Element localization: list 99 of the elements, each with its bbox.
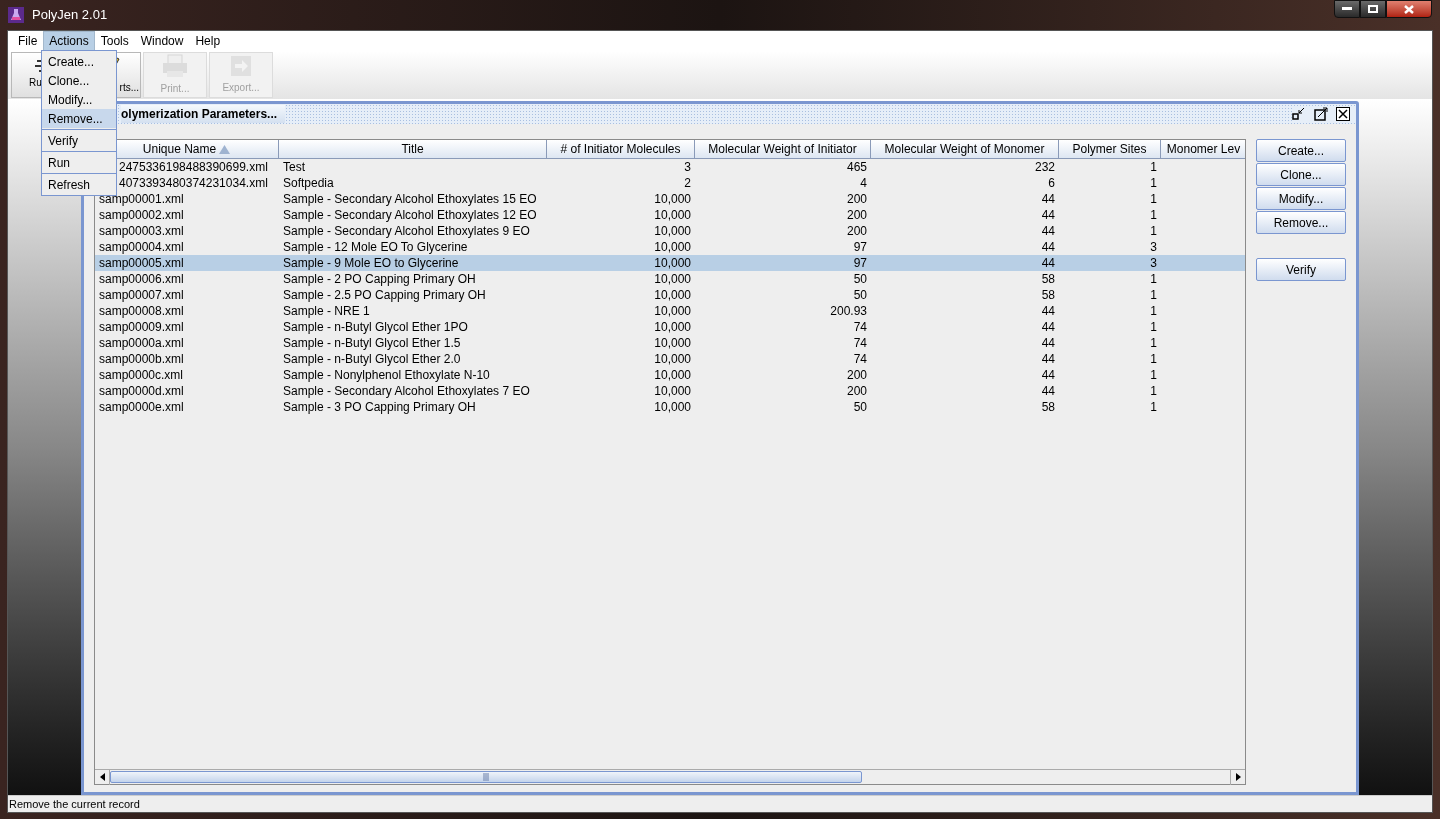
- table-cell-text: 44: [1040, 319, 1056, 335]
- table-cell-text: Sample - 2.5 PO Capping Primary OH: [282, 287, 487, 303]
- table-cell-text: 3: [683, 159, 692, 175]
- table-cell-text: 50: [852, 287, 868, 303]
- table-cell-text: 97: [852, 255, 868, 271]
- table-cell-text: 44: [1040, 303, 1056, 319]
- table-cell-text: Sample - 12 Mole EO To Glycerine: [282, 239, 469, 255]
- table-cell-text: 10,000: [653, 335, 692, 351]
- table-cell-text: Sample - n-Butyl Glycol Ether 2.0: [282, 351, 462, 367]
- table-cell-text: samp00004.xml: [98, 239, 185, 255]
- table-cell-text: 10,000: [653, 271, 692, 287]
- table-cell-text: Sample - 9 Mole EO to Glycerine: [282, 255, 460, 271]
- table-cell-text: samp0000d.xml: [98, 383, 185, 399]
- table-cell-text: samp0000b.xml: [98, 351, 185, 367]
- table-cell-text: 200: [845, 207, 868, 223]
- table-cell-text: 74: [852, 319, 868, 335]
- table-cell-text: 3: [1149, 255, 1158, 271]
- table-cell-text: 2: [683, 175, 692, 191]
- status-text: Remove the current record: [9, 796, 140, 812]
- table-cell-text: 200: [845, 383, 868, 399]
- table-cell-text: 74: [852, 335, 868, 351]
- table-cell-text: 10,000: [653, 191, 692, 207]
- table-cell-text: 44: [1040, 351, 1056, 367]
- table-cell-text: 74: [852, 351, 868, 367]
- frame-title: olymerization Parameters...: [121, 105, 286, 123]
- table-cell-text: 50: [852, 271, 868, 287]
- table-cell-text: 200: [845, 223, 868, 239]
- table-cell-text: Sample - 3 PO Capping Primary OH: [282, 399, 477, 415]
- table-cell-text: samp00001.xml: [98, 191, 185, 207]
- table-cell-text: 10,000: [653, 287, 692, 303]
- table-cell-text: 97: [852, 239, 868, 255]
- table-cell-text: 10,000: [653, 399, 692, 415]
- table-cell-text: 10,000: [653, 367, 692, 383]
- table-cell-text: 44: [1040, 383, 1056, 399]
- table-cell-text: 1: [1149, 271, 1158, 287]
- table-cell-text: 44: [1040, 367, 1056, 383]
- table-cell-text: 465: [845, 159, 868, 175]
- table-cell-text: Sample - Nonylphenol Ethoxylate N-10: [282, 367, 491, 383]
- table-cell-text: 44: [1040, 223, 1056, 239]
- table-cell-text: 10,000: [653, 383, 692, 399]
- table-cell-text: Sample - 2 PO Capping Primary OH: [282, 271, 477, 287]
- table-cell-text: 10,000: [653, 207, 692, 223]
- table-cell-text: samp00005.xml: [98, 255, 185, 271]
- table-cell-text: 200: [845, 191, 868, 207]
- table-cell-text: Sample - Secondary Alcohol Ethoxylates 9 EO: [282, 223, 531, 239]
- table-cell-text: samp00003.xml: [98, 223, 185, 239]
- table-cell-text: 1: [1149, 319, 1158, 335]
- table-cell-text: samp00006.xml: [98, 271, 185, 287]
- table-cell-text: samp0000c.xml: [98, 367, 185, 383]
- table-cell-text: 44: [1040, 191, 1056, 207]
- table-cell-text: 44: [1040, 239, 1056, 255]
- table-cell-text: Test: [282, 159, 306, 175]
- table-cell-text: samp00002.xml: [98, 207, 185, 223]
- table-cell-text: 44: [1040, 255, 1056, 271]
- table-cell-text: 200.93: [829, 303, 868, 319]
- table-cell-text: 200: [845, 367, 868, 383]
- table-cell-text: Sample - Secondary Alcohol Ethoxylates 15 EO: [282, 191, 538, 207]
- table-cell-text: 1: [1149, 175, 1158, 191]
- table-cell-text: 44: [1040, 207, 1056, 223]
- table-cell-text: 4073393480374231034.xml: [118, 175, 269, 191]
- table-cell-text: 3: [1149, 239, 1158, 255]
- table-cell-text: 1: [1149, 367, 1158, 383]
- table-cell-text: samp0000e.xml: [98, 399, 185, 415]
- table-cell-text: samp00007.xml: [98, 287, 185, 303]
- table-cell-text: Sample - n-Butyl Glycol Ether 1PO: [282, 319, 469, 335]
- table-cell-text: Sample - n-Butyl Glycol Ether 1.5: [282, 335, 462, 351]
- table-cell-text: 1: [1149, 351, 1158, 367]
- table-cell-text: 10,000: [653, 223, 692, 239]
- table-cell-text: samp00009.xml: [98, 319, 185, 335]
- table-cell-text: 1: [1149, 159, 1158, 175]
- table-cell-text: 44: [1040, 335, 1056, 351]
- table-cell-text: 10,000: [653, 351, 692, 367]
- table-cell-text: 1: [1149, 287, 1158, 303]
- table-cell-text: 6: [1047, 175, 1056, 191]
- table-cell-text: 50: [852, 399, 868, 415]
- table-cell-text: samp00008.xml: [98, 303, 185, 319]
- table-cell-text: 232: [1033, 159, 1056, 175]
- table-cell-text: Sample - NRE 1: [282, 303, 371, 319]
- table-cell-text: 10,000: [653, 239, 692, 255]
- window-title: PolyJen 2.01: [32, 6, 108, 25]
- table-cell-text: 58: [1040, 399, 1056, 415]
- table-cell-text: 10,000: [653, 303, 692, 319]
- table-cell-text: 10,000: [653, 255, 692, 271]
- table-cell-text: samp0000a.xml: [98, 335, 185, 351]
- table-cell-text: 1: [1149, 191, 1158, 207]
- table-cell-text: 1: [1149, 207, 1158, 223]
- table-cell-text: 58: [1040, 271, 1056, 287]
- table-cell-text: 58: [1040, 287, 1056, 303]
- table-cell-text: 10,000: [653, 319, 692, 335]
- table-cell-text: 1: [1149, 303, 1158, 319]
- table-cell-text: 1: [1149, 335, 1158, 351]
- table-cell-text: 1: [1149, 383, 1158, 399]
- table-cell-text: Sample - Secondary Alcohol Ethoxylates 7 EO: [282, 383, 531, 399]
- table-cell-text: 4: [859, 175, 868, 191]
- table-cell-text: Sample - Secondary Alcohol Ethoxylates 12 EO: [282, 207, 538, 223]
- table-cell-text: 1: [1149, 223, 1158, 239]
- table-cell-text: Softpedia: [282, 175, 335, 191]
- table-cell-text: 2475336198488390699.xml: [118, 159, 269, 175]
- table-cell-text: 1: [1149, 399, 1158, 415]
